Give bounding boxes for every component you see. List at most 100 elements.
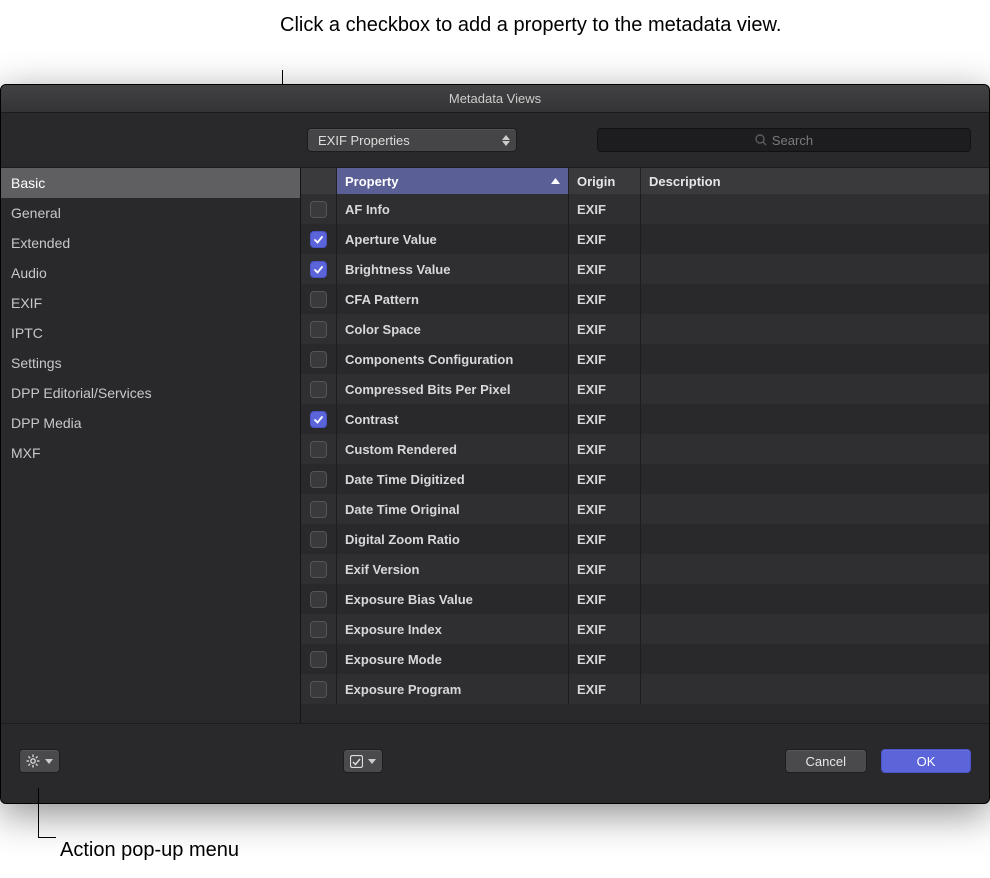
checkbox-cell — [301, 464, 337, 494]
property-checkbox[interactable] — [310, 471, 327, 488]
checkbox-cell — [301, 434, 337, 464]
checkbox-cell — [301, 194, 337, 224]
table-row: Digital Zoom RatioEXIF — [301, 524, 989, 554]
sidebar-item[interactable]: DPP Editorial/Services — [1, 378, 300, 408]
property-origin: EXIF — [569, 254, 641, 284]
checkbox-filter-popup[interactable] — [343, 749, 383, 773]
table-body: AF InfoEXIFAperture ValueEXIFBrightness … — [301, 194, 989, 723]
property-table: Property Origin Description AF InfoEXIFA… — [301, 168, 989, 723]
column-header-origin[interactable]: Origin — [569, 168, 641, 194]
column-header-description[interactable]: Description — [641, 168, 989, 194]
sidebar-item[interactable]: EXIF — [1, 288, 300, 318]
property-description — [641, 314, 989, 344]
property-checkbox[interactable] — [310, 501, 327, 518]
property-name: Custom Rendered — [337, 434, 569, 464]
property-description — [641, 374, 989, 404]
property-origin: EXIF — [569, 224, 641, 254]
property-origin: EXIF — [569, 374, 641, 404]
search-input[interactable]: Search — [597, 128, 971, 152]
callout-leader-bottom — [38, 788, 39, 838]
property-checkbox[interactable] — [310, 291, 327, 308]
table-row: AF InfoEXIF — [301, 194, 989, 224]
gear-icon — [26, 754, 40, 768]
property-checkbox[interactable] — [310, 381, 327, 398]
property-description — [641, 284, 989, 314]
column-header-checkbox[interactable] — [301, 168, 337, 194]
property-description — [641, 554, 989, 584]
checkbox-cell — [301, 614, 337, 644]
property-name: Exif Version — [337, 554, 569, 584]
window-title: Metadata Views — [1, 85, 989, 113]
property-name: Date Time Original — [337, 494, 569, 524]
checkbox-cell — [301, 374, 337, 404]
property-description — [641, 254, 989, 284]
toolbar: EXIF Properties Search — [1, 113, 989, 167]
table-row: CFA PatternEXIF — [301, 284, 989, 314]
property-description — [641, 644, 989, 674]
property-checkbox[interactable] — [310, 531, 327, 548]
property-description — [641, 194, 989, 224]
property-checkbox[interactable] — [310, 591, 327, 608]
property-checkbox[interactable] — [310, 321, 327, 338]
sidebar-item[interactable]: Audio — [1, 258, 300, 288]
table-row: Exposure Bias ValueEXIF — [301, 584, 989, 614]
property-description — [641, 464, 989, 494]
checkbox-cell — [301, 404, 337, 434]
sidebar-item[interactable]: Basic — [1, 168, 300, 198]
table-row: Custom RenderedEXIF — [301, 434, 989, 464]
property-name: Date Time Digitized — [337, 464, 569, 494]
property-checkbox[interactable] — [310, 351, 327, 368]
property-origin: EXIF — [569, 524, 641, 554]
chevron-down-icon — [45, 759, 53, 764]
property-name: Compressed Bits Per Pixel — [337, 374, 569, 404]
property-name: Contrast — [337, 404, 569, 434]
popup-label: EXIF Properties — [318, 133, 410, 148]
property-name: CFA Pattern — [337, 284, 569, 314]
property-checkbox[interactable] — [310, 411, 327, 428]
table-row: Exif VersionEXIF — [301, 554, 989, 584]
table-row: Exposure IndexEXIF — [301, 614, 989, 644]
checkbox-cell — [301, 524, 337, 554]
table-row: Exposure ModeEXIF — [301, 644, 989, 674]
property-origin: EXIF — [569, 194, 641, 224]
column-header-property-label: Property — [345, 174, 398, 189]
sidebar-item[interactable]: MXF — [1, 438, 300, 468]
action-popup-menu[interactable] — [19, 749, 60, 773]
sidebar-item[interactable]: Extended — [1, 228, 300, 258]
column-header-property[interactable]: Property — [337, 168, 569, 194]
checkbox-cell — [301, 254, 337, 284]
sidebar-item[interactable]: Settings — [1, 348, 300, 378]
checkbox-cell — [301, 674, 337, 704]
property-set-popup[interactable]: EXIF Properties — [307, 128, 517, 152]
callout-bottom: Action pop-up menu — [60, 839, 239, 862]
property-description — [641, 524, 989, 554]
property-name: Aperture Value — [337, 224, 569, 254]
property-name: Digital Zoom Ratio — [337, 524, 569, 554]
sidebar-item[interactable]: IPTC — [1, 318, 300, 348]
checkbox-cell — [301, 224, 337, 254]
content-area: BasicGeneralExtendedAudioEXIFIPTCSetting… — [1, 167, 989, 723]
property-checkbox[interactable] — [310, 621, 327, 638]
sidebar-item[interactable]: General — [1, 198, 300, 228]
property-name: Components Configuration — [337, 344, 569, 374]
property-checkbox[interactable] — [310, 681, 327, 698]
property-origin: EXIF — [569, 314, 641, 344]
property-name: Exposure Program — [337, 674, 569, 704]
cancel-button[interactable]: Cancel — [785, 749, 867, 773]
sidebar-item[interactable]: DPP Media — [1, 408, 300, 438]
property-checkbox[interactable] — [310, 201, 327, 218]
property-checkbox[interactable] — [310, 561, 327, 578]
table-row: Exposure ProgramEXIF — [301, 674, 989, 704]
footer: Cancel OK — [1, 723, 989, 798]
metadata-views-window: Metadata Views EXIF Properties Search Ba… — [0, 84, 990, 804]
checkbox-cell — [301, 584, 337, 614]
table-row: Date Time OriginalEXIF — [301, 494, 989, 524]
property-checkbox[interactable] — [310, 231, 327, 248]
property-name: Exposure Bias Value — [337, 584, 569, 614]
checkbox-cell — [301, 314, 337, 344]
property-checkbox[interactable] — [310, 651, 327, 668]
property-checkbox[interactable] — [310, 441, 327, 458]
callout-top: Click a checkbox to add a property to th… — [280, 12, 781, 39]
ok-button[interactable]: OK — [881, 749, 971, 773]
property-checkbox[interactable] — [310, 261, 327, 278]
